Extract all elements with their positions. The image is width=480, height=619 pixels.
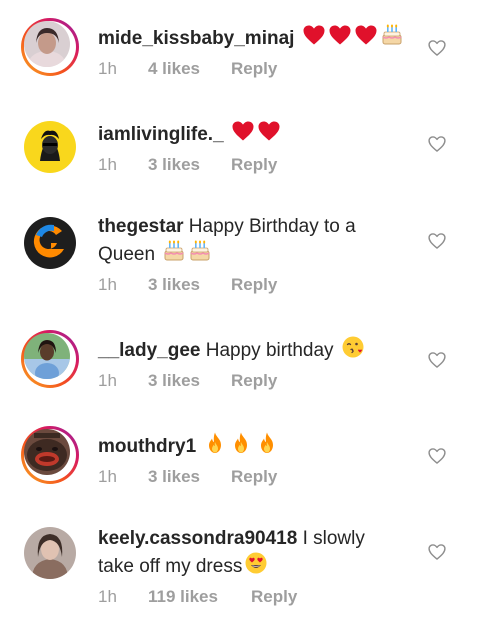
comment-username[interactable]: thegestar	[98, 216, 184, 237]
avatar-wrapper[interactable]	[21, 524, 79, 582]
comment-username[interactable]: mouthdry1	[98, 436, 196, 457]
avatar	[24, 21, 70, 67]
likes-count[interactable]: 119 likes	[148, 587, 218, 607]
heart-outline-icon[interactable]	[427, 350, 447, 370]
avatar	[24, 217, 76, 269]
likes-count[interactable]: 3 likes	[148, 275, 200, 295]
avatar	[24, 429, 70, 475]
birthday-cake-icon	[188, 239, 212, 263]
comment-username[interactable]: iamlivinglife._	[98, 124, 224, 145]
comment-time: 1h	[98, 155, 117, 174]
avatar-story-ring[interactable]	[21, 426, 79, 484]
red-heart-icon	[231, 119, 255, 143]
reply-button[interactable]: Reply	[251, 587, 297, 607]
comment-text: mide_kissbaby_minaj	[98, 23, 408, 51]
comment-text: keely.cassondra90418 I slowly take off m…	[98, 527, 408, 579]
comment-time: 1h	[98, 275, 117, 294]
avatar	[24, 333, 70, 379]
comment-body-line2: take off my dress	[98, 556, 243, 577]
avatar	[24, 121, 76, 173]
comment-body: Happy Birthday to a	[183, 216, 356, 237]
reply-button[interactable]: Reply	[231, 59, 277, 79]
reply-button[interactable]: Reply	[231, 155, 277, 175]
likes-count[interactable]: 3 likes	[148, 371, 200, 391]
heart-eyes-face-icon	[244, 551, 268, 575]
fire-icon	[203, 431, 227, 455]
red-heart-icon	[354, 23, 378, 47]
red-heart-icon	[328, 23, 352, 47]
comment-text: iamlivinglife._	[98, 119, 408, 147]
face-blowing-kiss-icon	[341, 335, 365, 359]
red-heart-icon	[302, 23, 326, 47]
likes-count[interactable]: 4 likes	[148, 59, 200, 79]
heart-outline-icon[interactable]	[427, 446, 447, 466]
birthday-cake-icon	[162, 239, 186, 263]
reply-button[interactable]: Reply	[231, 467, 277, 487]
birthday-cake-icon	[380, 23, 404, 47]
comment-time: 1h	[98, 59, 117, 78]
avatar-wrapper[interactable]	[21, 118, 79, 176]
comment-username[interactable]: keely.cassondra90418	[98, 528, 297, 549]
likes-count[interactable]: 3 likes	[148, 155, 200, 175]
avatar-story-ring[interactable]	[21, 330, 79, 388]
avatar	[24, 527, 76, 579]
comment-text: __lady_gee Happy birthday	[98, 335, 408, 363]
reply-button[interactable]: Reply	[231, 275, 277, 295]
red-heart-icon	[257, 119, 281, 143]
avatar-wrapper[interactable]	[21, 214, 79, 272]
heart-outline-icon[interactable]	[427, 134, 447, 154]
fire-icon	[229, 431, 253, 455]
heart-outline-icon[interactable]	[427, 38, 447, 58]
reply-button[interactable]: Reply	[231, 371, 277, 391]
comment-username[interactable]: mide_kissbaby_minaj	[98, 28, 294, 49]
comment-text: mouthdry1	[98, 431, 408, 459]
comment-body-line2: Queen	[98, 244, 156, 265]
likes-count[interactable]: 3 likes	[148, 467, 200, 487]
heart-outline-icon[interactable]	[427, 542, 447, 562]
comment-time: 1h	[98, 587, 117, 606]
comment-body: I slowly	[297, 528, 365, 549]
comment-time: 1h	[98, 371, 117, 390]
avatar-story-ring[interactable]	[21, 18, 79, 76]
comment-time: 1h	[98, 467, 117, 486]
fire-icon	[255, 431, 279, 455]
heart-outline-icon[interactable]	[427, 231, 447, 251]
comment-username[interactable]: __lady_gee	[98, 340, 200, 361]
comment-body: Happy birthday	[200, 340, 334, 361]
comment-text: thegestar Happy Birthday to a Queen	[98, 215, 408, 267]
